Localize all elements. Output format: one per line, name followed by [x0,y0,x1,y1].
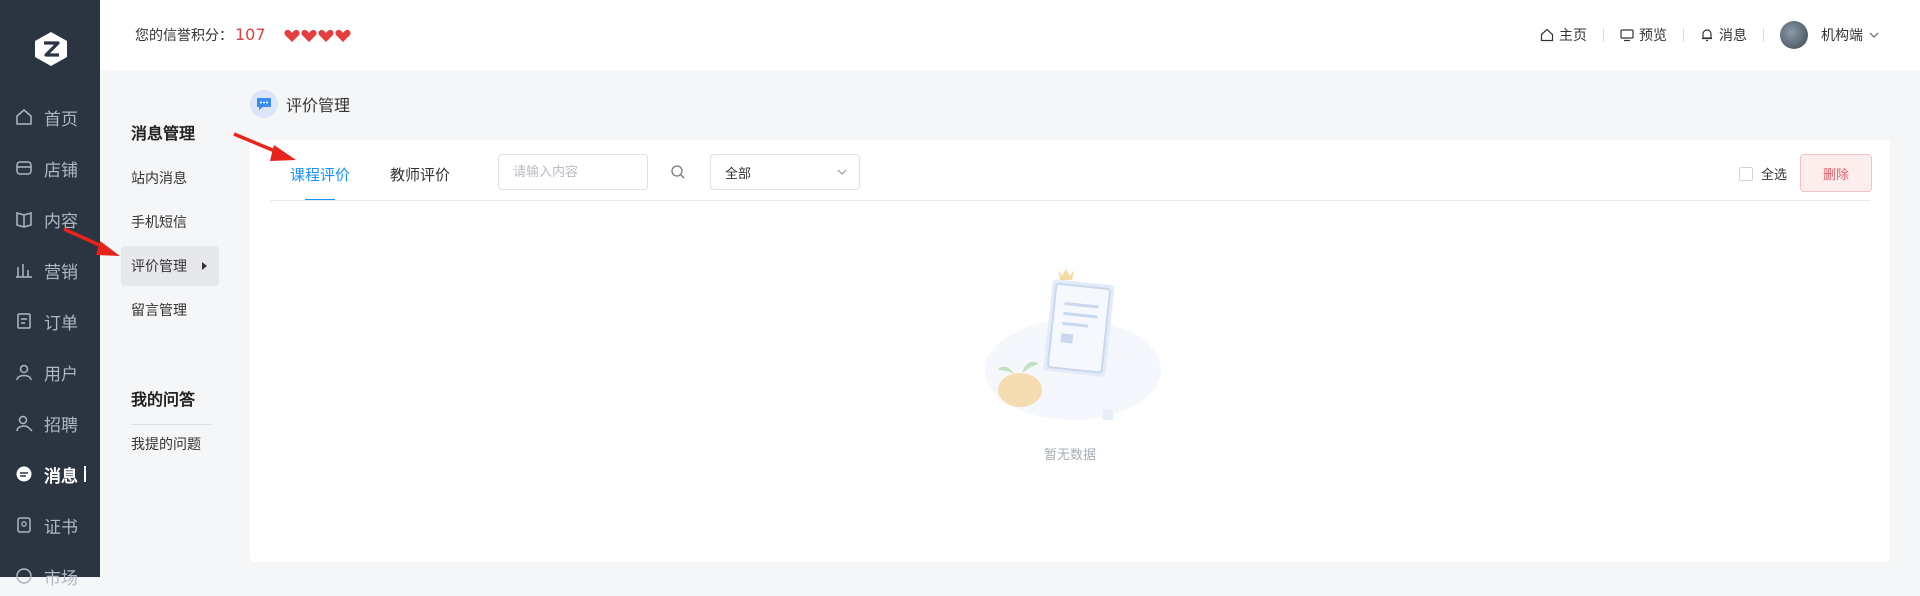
home-link-label: 主页 [1559,28,1587,44]
heart-icon [301,29,317,42]
tab-divider [270,200,1870,201]
chevron-down-icon [1869,32,1879,38]
heart-icon [335,29,351,42]
order-icon [14,311,34,331]
nav-label: 订单 [44,313,78,334]
search-icon[interactable] [670,164,686,180]
review-tabs: 课程评价 教师评价 [250,140,1890,201]
subnav-item-my-questions[interactable]: 我提的问题 [121,424,219,464]
section-title-qa: 我的问答 [131,390,196,409]
book-icon [14,209,34,229]
certificate-icon [14,515,34,535]
nav-item-store[interactable]: 店铺 [0,148,100,188]
nav-item-users[interactable]: 用户 [0,352,100,392]
heart-icon [284,29,300,42]
nav-label: 营销 [44,262,78,283]
tab-teacher-reviews[interactable]: 教师评价 [390,164,450,185]
account-menu[interactable]: 机构端 [1780,21,1880,49]
nav-label: 店铺 [44,160,78,181]
credit-score: 您的信誉积分： 107 [135,25,351,45]
subnav-item-reviews[interactable]: 评价管理 [121,246,219,286]
bell-icon [1702,29,1712,42]
recruit-icon [14,413,34,433]
sub-sidebar: 消息管理 站内消息 手机短信 评价管理 留言管理 我的问答 我提的问题 [100,70,230,577]
subnav-item-label: 评价管理 [131,259,187,275]
nav-label: 招聘 [44,415,78,436]
nav-label: 首页 [44,109,78,130]
main-sidebar: 首页 店铺 内容 营销 订单 用户 招聘 消息 证书 市场 [0,0,100,589]
status-select[interactable]: 全部 [710,154,860,190]
market-icon [14,566,34,586]
caret-right-icon [202,262,207,270]
message-icon [14,464,34,484]
nav-item-recruit[interactable]: 招聘 [0,403,100,443]
user-icon [14,362,34,382]
subnav-item-sms[interactable]: 手机短信 [121,202,219,242]
preview-link[interactable]: 预览 [1620,25,1667,45]
active-indicator [84,466,86,482]
section-title-messages: 消息管理 [131,124,196,143]
chevron-down-icon [837,169,847,175]
logo-icon [35,32,67,66]
page-title: 评价管理 [286,96,351,115]
empty-state-illustration [985,269,1161,420]
nav-label: 市场 [44,568,78,589]
credit-value: 107 [235,25,266,44]
checkbox-icon [1739,166,1753,181]
nav-label: 证书 [44,517,78,538]
chart-icon [14,260,34,280]
nav-label: 消息 [44,466,78,487]
tab-course-reviews[interactable]: 课程评价 [290,164,350,185]
empty-state-text: 暂无数据 [1043,448,1096,463]
nav-item-marketing[interactable]: 营销 [0,250,100,290]
chat-bubble-icon [250,90,278,118]
heart-icon [318,29,334,42]
nav-label: 内容 [44,211,78,232]
home-icon [14,107,34,127]
select-value: 全部 [725,166,752,182]
preview-link-label: 预览 [1639,28,1667,44]
subnav-item-comments[interactable]: 留言管理 [121,290,219,330]
select-all-label: 全选 [1761,168,1788,183]
monitor-icon [1620,29,1634,42]
divider [1603,28,1604,42]
house-icon [1540,28,1554,42]
messages-link[interactable]: 消息 [1700,25,1747,45]
store-icon [14,158,34,178]
nav-item-certificate[interactable]: 证书 [0,505,100,545]
nav-item-home[interactable]: 首页 [0,97,100,137]
account-name: 机构端 [1821,28,1863,44]
delete-button[interactable]: 删除 [1800,154,1872,192]
subnav-item-inbox[interactable]: 站内消息 [121,158,219,198]
nav-item-market[interactable]: 市场 [0,556,100,596]
page-header: 评价管理 [250,90,350,118]
nav-item-messages[interactable]: 消息 [0,454,100,494]
search-input[interactable] [498,154,648,190]
credit-label: 您的信誉积分： [135,28,233,44]
home-link[interactable]: 主页 [1540,25,1587,45]
divider [1683,28,1684,42]
topbar: 您的信誉积分： 107 主页 预览 消息 机构端 [100,0,1920,70]
select-all-checkbox[interactable]: 全选 [1739,164,1787,183]
review-card: 课程评价 教师评价 全部 全选 删除 暂无数据 [250,140,1890,562]
nav-label: 用户 [44,364,78,385]
nav-item-orders[interactable]: 订单 [0,301,100,341]
heart-rating [284,29,351,43]
nav-item-content[interactable]: 内容 [0,199,100,239]
avatar [1780,21,1808,49]
top-links: 主页 预览 消息 机构端 [1540,0,1880,70]
messages-link-label: 消息 [1719,28,1747,44]
divider [1763,28,1764,42]
